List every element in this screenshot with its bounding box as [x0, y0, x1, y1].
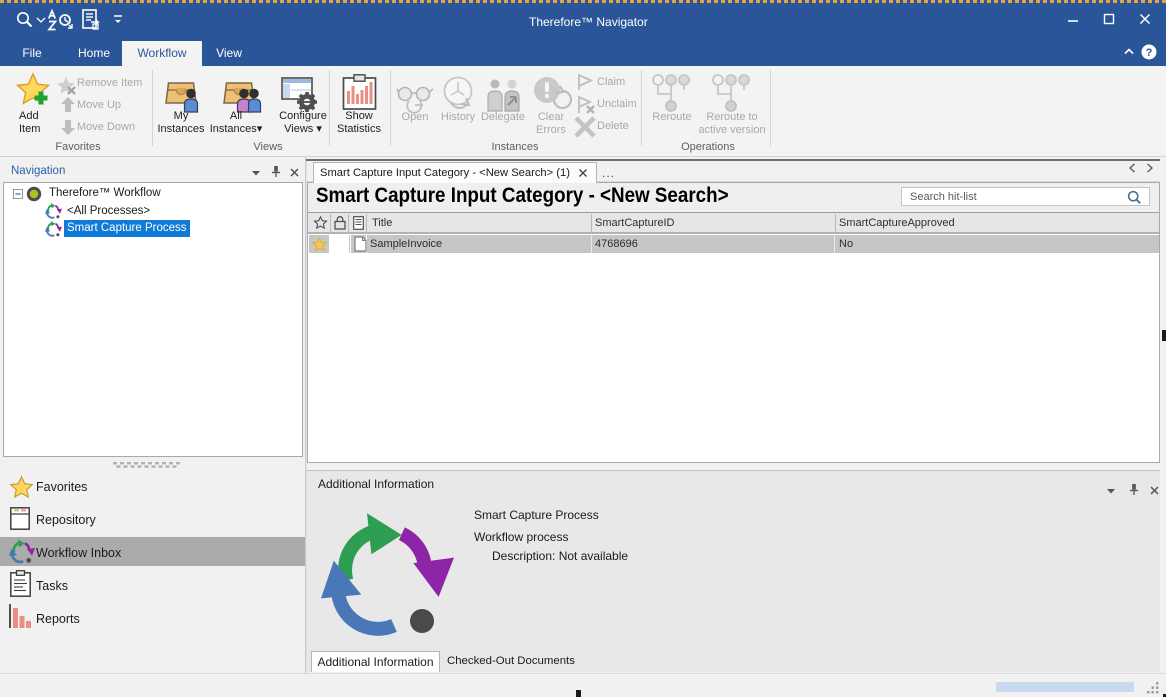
svg-text:?: ? [1146, 47, 1153, 59]
